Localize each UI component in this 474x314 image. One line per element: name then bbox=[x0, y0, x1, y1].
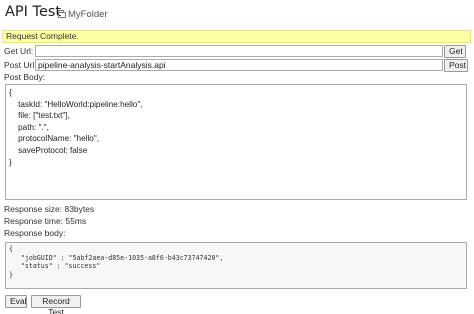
folder-name: MyFolder bbox=[68, 9, 108, 20]
get-url-row: Get Url: Get bbox=[4, 44, 466, 58]
post-url-input[interactable] bbox=[35, 59, 443, 71]
response-time: Response time: 55ms bbox=[4, 216, 87, 226]
folder-icon bbox=[58, 9, 66, 18]
response-body: { "jobGUID" : "5abf2aea-d85e-1035-a8f6-b… bbox=[5, 242, 467, 289]
get-button[interactable]: Get bbox=[444, 44, 466, 58]
post-url-row: Post Url: Post bbox=[4, 58, 468, 72]
get-url-input[interactable] bbox=[35, 45, 443, 57]
eval-button[interactable]: Eval bbox=[5, 295, 27, 308]
page-header: API Test MyFolder bbox=[0, 0, 474, 28]
post-body-textarea[interactable]: { taskId: "HelloWorld:pipeline:hello", f… bbox=[5, 84, 467, 200]
page-title: API Test bbox=[5, 4, 62, 20]
status-message: Request Complete. bbox=[2, 30, 471, 43]
post-body-label: Post Body: bbox=[4, 72, 46, 82]
get-url-label: Get Url: bbox=[4, 46, 34, 56]
record-test-button[interactable]: Record Test bbox=[31, 295, 81, 314]
response-body-label: Response body: bbox=[4, 228, 66, 238]
post-button[interactable]: Post bbox=[444, 58, 468, 72]
post-url-label: Post Url: bbox=[4, 60, 37, 70]
response-size: Response size: 83bytes bbox=[4, 204, 95, 214]
folder-link[interactable]: MyFolder bbox=[58, 9, 108, 20]
